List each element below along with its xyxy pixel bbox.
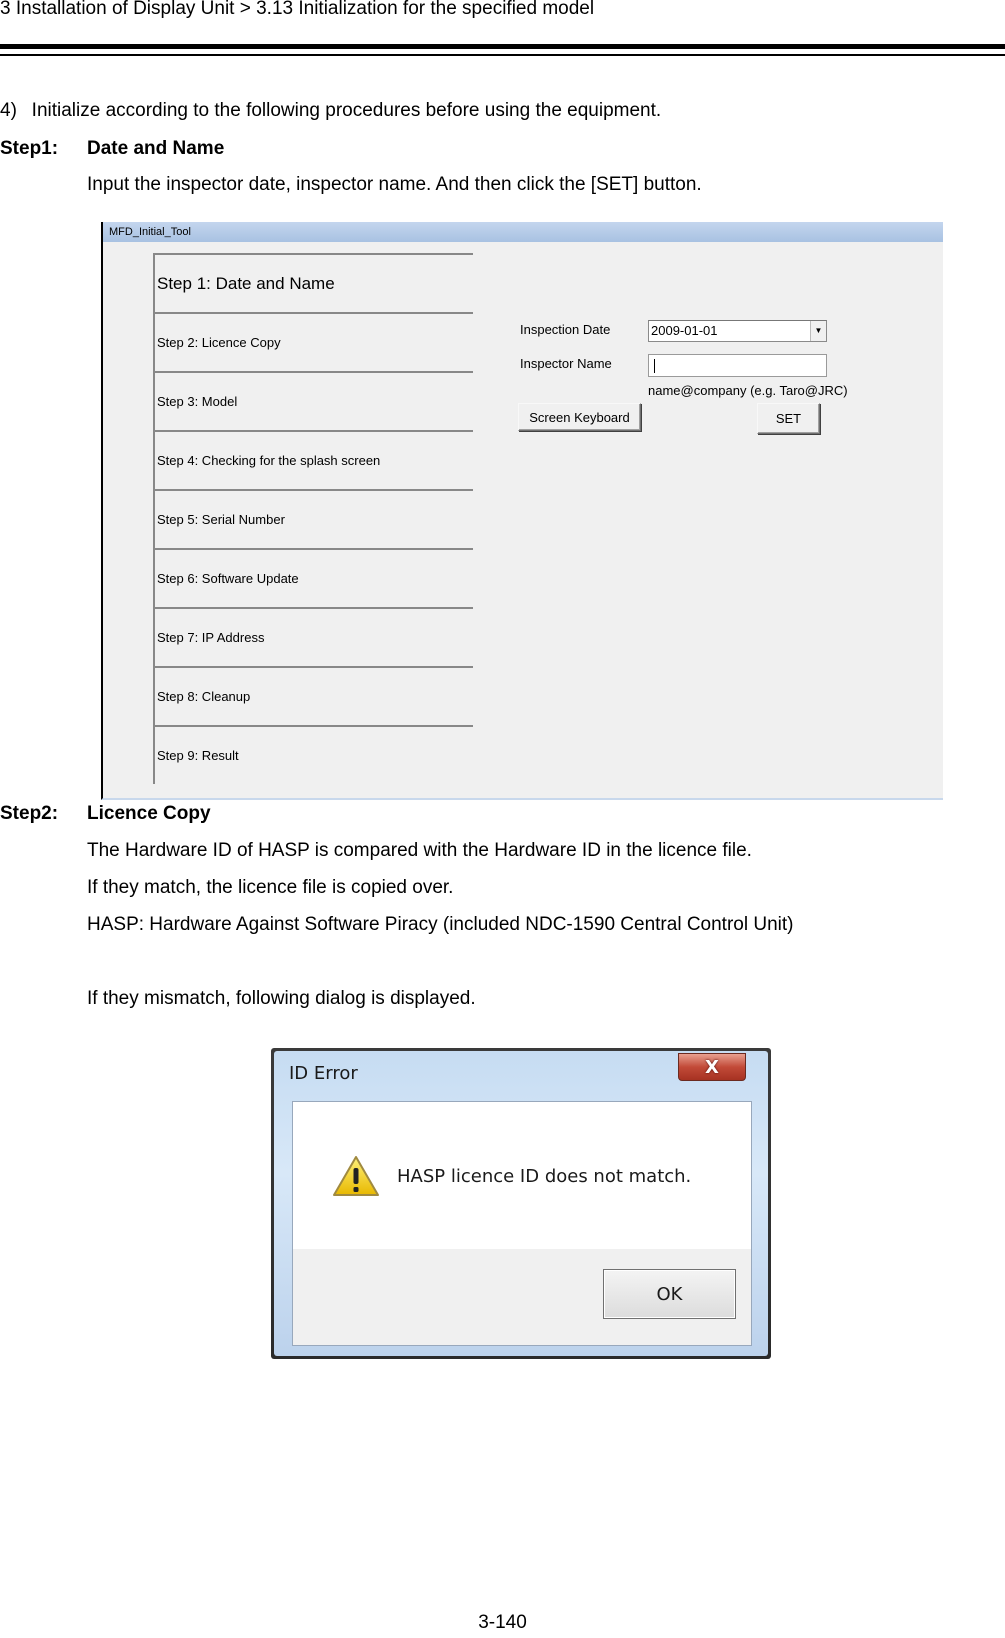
step1-label: Step1: [0, 138, 59, 159]
id-error-dialog: ID Error X HASP licence ID does not matc… [271, 1048, 771, 1359]
inspector-name-label: Inspector Name [520, 356, 612, 371]
ok-button[interactable]: OK [603, 1269, 736, 1319]
text-caret [654, 359, 655, 373]
dialog-message: HASP licence ID does not match. [397, 1165, 692, 1187]
dialog-button-area: OK [293, 1249, 751, 1345]
header-rule-thick [0, 44, 1005, 49]
step2-line-3: HASP: Hardware Against Software Piracy (… [87, 914, 794, 935]
step2-line-1: The Hardware ID of HASP is compared with… [87, 840, 752, 861]
step-item-2[interactable]: Step 2: Licence Copy [153, 312, 473, 371]
step-item-3[interactable]: Step 3: Model [153, 371, 473, 430]
step1-title: Date and Name [87, 138, 225, 159]
step-item-7[interactable]: Step 7: IP Address [153, 607, 473, 666]
step-list: Step 1: Date and Name Step 2: Licence Co… [153, 253, 473, 784]
step-item-5[interactable]: Step 5: Serial Number [153, 489, 473, 548]
set-button[interactable]: SET [757, 403, 820, 434]
tool-window-titlebar: MFD_Initial_Tool [103, 222, 943, 242]
step1-description: Input the inspector date, inspector name… [87, 174, 702, 195]
close-button[interactable]: X [678, 1053, 746, 1081]
mfd-initial-tool-window: MFD_Initial_Tool Step 1: Date and Name S… [101, 222, 943, 800]
warning-icon [333, 1156, 379, 1196]
dialog-window: ID Error X HASP licence ID does not matc… [274, 1051, 768, 1356]
inspection-date-label: Inspection Date [520, 322, 611, 337]
dialog-title: ID Error [289, 1063, 358, 1084]
header-rule-thin [0, 54, 1005, 56]
step-item-8[interactable]: Step 8: Cleanup [153, 666, 473, 725]
breadcrumb: 3 Installation of Display Unit > 3.13 In… [0, 0, 595, 19]
step2-title: Licence Copy [87, 803, 211, 824]
inspection-date-select[interactable]: 2009-01-01 ▼ [648, 320, 827, 342]
intro-text: 4) Initialize according to the following… [0, 100, 662, 121]
screen-keyboard-button[interactable]: Screen Keyboard [518, 403, 641, 431]
dropdown-arrow-icon[interactable]: ▼ [810, 321, 826, 341]
step2-line-2: If they match, the licence file is copie… [87, 877, 454, 898]
name-format-hint: name@company (e.g. Taro@JRC) [648, 383, 848, 398]
step2-mismatch-note: If they mismatch, following dialog is di… [87, 988, 476, 1009]
dialog-body: HASP licence ID does not match. OK [292, 1101, 752, 1346]
step2-label: Step2: [0, 803, 59, 824]
step-item-1[interactable]: Step 1: Date and Name [153, 253, 473, 312]
page-number: 3-140 [478, 1612, 527, 1633]
step-item-9[interactable]: Step 9: Result [153, 725, 473, 784]
dialog-message-row: HASP licence ID does not match. [331, 1154, 691, 1198]
step-item-6[interactable]: Step 6: Software Update [153, 548, 473, 607]
inspector-name-input[interactable] [648, 354, 827, 377]
step-item-4[interactable]: Step 4: Checking for the splash screen [153, 430, 473, 489]
close-icon: X [705, 1056, 719, 1078]
inspection-date-value: 2009-01-01 [651, 323, 718, 338]
